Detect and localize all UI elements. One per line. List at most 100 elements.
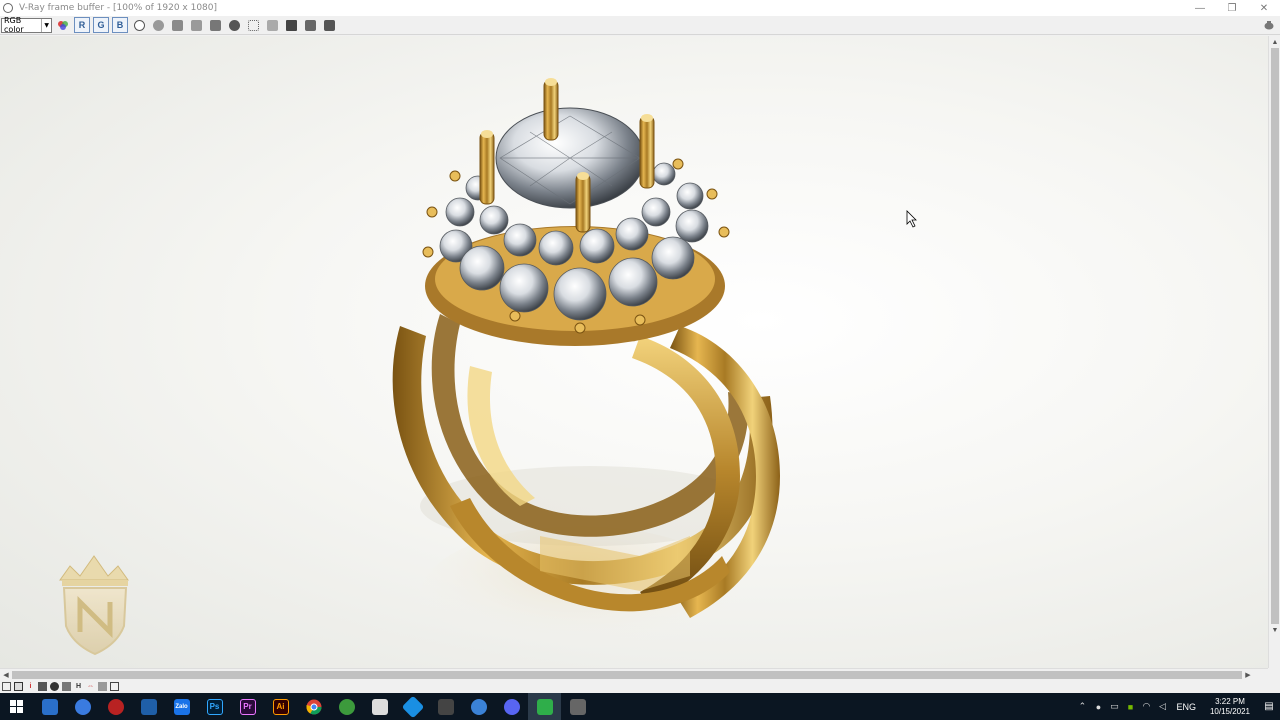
maximize-button[interactable]: ❐	[1216, 0, 1248, 16]
render-viewport[interactable]	[0, 36, 1268, 668]
zbrush-icon	[437, 698, 454, 715]
scroll-left-arrow-icon[interactable]: ◀	[0, 669, 12, 680]
globe-app-icon	[74, 698, 91, 715]
render-button[interactable]	[321, 17, 337, 33]
clock[interactable]: 3:22 PM 10/15/2021	[1210, 697, 1250, 717]
scroll-right-arrow-icon[interactable]: ▶	[1242, 669, 1254, 680]
red-channel-button[interactable]: R	[74, 17, 90, 33]
horizontal-scrollbar[interactable]: ◀ ▶	[0, 668, 1268, 680]
taskbar-app-13[interactable]	[396, 693, 429, 720]
channel-select-value: RGB color	[4, 16, 24, 34]
windows-logo-icon	[10, 700, 23, 713]
taskbar-app-11[interactable]	[330, 693, 363, 720]
taskbar-photoshop[interactable]: Ps	[198, 693, 231, 720]
crm-app-icon	[140, 698, 157, 715]
lens-effects-button[interactable]	[283, 17, 299, 33]
windows-taskbar: Zalo Ps Pr Ai ⌃ ● ▭ ■ ◠ ◁ ENG 3:22 PM 10…	[0, 693, 1280, 720]
start-button[interactable]	[0, 693, 33, 720]
gray-app-icon	[569, 698, 586, 715]
taskbar-chrome[interactable]	[297, 693, 330, 720]
pixel-info-icon[interactable]	[38, 682, 47, 691]
compare-icon[interactable]	[98, 682, 107, 691]
gray-circle-icon	[152, 19, 164, 31]
info-icon[interactable]: i	[26, 682, 35, 691]
blue-channel-button[interactable]: B	[112, 17, 128, 33]
clear-image-button[interactable]	[226, 17, 242, 33]
red-app-icon	[107, 698, 124, 715]
teapot-icon	[1264, 21, 1274, 30]
green-channel-button[interactable]: G	[93, 17, 109, 33]
white-app-icon	[371, 698, 388, 715]
teapot-render-icon[interactable]	[1262, 18, 1276, 32]
taskbar-app-1[interactable]	[33, 693, 66, 720]
taskbar-discord[interactable]	[495, 693, 528, 720]
green-square-app-icon	[536, 698, 553, 715]
exposure-icon[interactable]	[62, 682, 71, 691]
minimize-button[interactable]: —	[1184, 0, 1216, 16]
clock-date: 10/15/2021	[1209, 706, 1250, 716]
frame-buffer-toolbar: RGB color ▼ R G B	[0, 16, 1280, 35]
blue-circle-app-icon	[470, 698, 487, 715]
lens-icon	[285, 19, 297, 31]
window-controls: — ❐ ✕	[1184, 0, 1280, 16]
alpha-channel-button[interactable]	[131, 17, 147, 33]
taskbar-app-18[interactable]	[561, 693, 594, 720]
zalo-icon: Zalo	[173, 698, 190, 715]
chevron-up-icon[interactable]: ⌃	[1074, 701, 1090, 712]
layers-toggle-icon[interactable]	[14, 682, 23, 691]
mono-mode-button[interactable]	[150, 17, 166, 33]
close-button[interactable]: ✕	[1248, 0, 1280, 16]
color-correction-icon[interactable]	[50, 682, 59, 691]
scroll-down-arrow-icon[interactable]: ▼	[1269, 624, 1280, 636]
save-icon	[171, 19, 183, 31]
chrome-icon	[306, 699, 321, 714]
taskbar-app-12[interactable]	[363, 693, 396, 720]
panel-toggle-icon[interactable]	[2, 682, 11, 691]
green-app-icon	[338, 698, 355, 715]
volume-icon[interactable]: ◁	[1154, 701, 1170, 712]
tray-app-icon[interactable]: ●	[1090, 702, 1106, 712]
horizontal-scroll-thumb[interactable]	[12, 670, 1242, 679]
photoshop-icon: Ps	[206, 698, 223, 715]
circle-outline-icon	[133, 19, 145, 31]
load-image-button[interactable]	[207, 17, 223, 33]
folder-icon	[209, 19, 221, 31]
region-render-button[interactable]	[264, 17, 280, 33]
channel-select[interactable]: RGB color ▼	[1, 16, 52, 34]
vray-app-icon	[3, 3, 13, 13]
stereo-icon[interactable]: ⇔	[86, 682, 95, 691]
wifi-icon[interactable]: ◠	[1138, 701, 1154, 712]
network-icon[interactable]: ▭	[1106, 701, 1122, 712]
lut-icon[interactable]	[110, 682, 119, 691]
clock-time: 3:22 PM	[1215, 696, 1245, 706]
vertical-scrollbar[interactable]: ▲ ▼	[1268, 36, 1280, 668]
histogram-icon[interactable]: H	[74, 682, 83, 691]
vertical-scroll-thumb[interactable]	[1271, 48, 1279, 624]
scroll-up-arrow-icon[interactable]: ▲	[1269, 36, 1280, 48]
track-mouse-button[interactable]	[245, 17, 261, 33]
color-picker-button[interactable]	[55, 17, 71, 33]
taskbar-app-4[interactable]	[132, 693, 165, 720]
history-button[interactable]	[302, 17, 318, 33]
taskbar-app-3[interactable]	[99, 693, 132, 720]
taskbar-premiere[interactable]: Pr	[231, 693, 264, 720]
language-indicator[interactable]: ENG	[1176, 702, 1196, 712]
taskbar-illustrator[interactable]: Ai	[264, 693, 297, 720]
save-all-button[interactable]	[188, 17, 204, 33]
ring-render-image	[59, 78, 917, 666]
chevron-down-icon: ▼	[41, 18, 51, 32]
taskbar-zalo[interactable]: Zalo	[165, 693, 198, 720]
taskbar-app-15[interactable]	[462, 693, 495, 720]
save-image-button[interactable]	[169, 17, 185, 33]
illustrator-icon: Ai	[272, 698, 289, 715]
discord-icon	[503, 698, 520, 715]
window-title: V-Ray frame buffer - [100% of 1920 x 108…	[19, 3, 218, 13]
taskbar-app-2[interactable]	[66, 693, 99, 720]
notification-icon[interactable]: ▤	[1258, 693, 1280, 720]
taskbar-app-14[interactable]	[429, 693, 462, 720]
system-tray: ⌃ ● ▭ ■ ◠ ◁ ENG 3:22 PM 10/15/2021 ▤	[1074, 693, 1280, 720]
nvidia-icon[interactable]: ■	[1122, 702, 1138, 712]
multi-save-icon	[190, 19, 202, 31]
premiere-icon: Pr	[239, 698, 256, 715]
taskbar-app-17[interactable]	[528, 693, 561, 720]
